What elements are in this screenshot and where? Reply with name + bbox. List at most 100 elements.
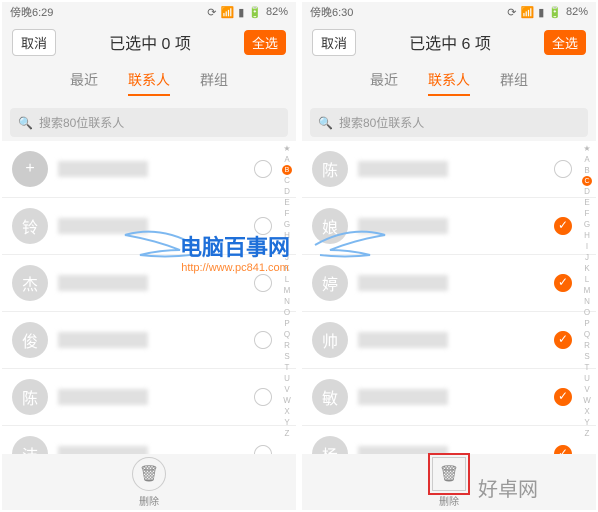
tab-contacts[interactable]: 联系人 [428,70,470,96]
index-letter[interactable]: Y [284,417,289,428]
wifi-icon: 📶 [521,6,535,19]
index-letter[interactable]: I [586,241,588,252]
index-letter[interactable]: E [284,197,289,208]
contact-row[interactable]: 陈 [302,141,596,198]
index-letter[interactable]: ★ [283,143,290,154]
tab-groups[interactable]: 群组 [200,70,228,96]
battery-icon: 🔋 [248,6,262,19]
index-letter[interactable]: O [284,307,290,318]
contact-name-redacted [58,275,148,291]
status-icons: ⟳ 📶 ▮ 🔋 82% [507,6,588,19]
index-letter[interactable]: L [285,274,289,285]
index-letter[interactable]: R [284,340,290,351]
index-letter[interactable]: V [584,384,589,395]
index-letter[interactable]: N [284,296,290,307]
index-letter[interactable]: K [584,263,589,274]
index-letter[interactable]: B [282,165,292,175]
select-all-button[interactable]: 全选 [544,30,586,55]
select-radio[interactable] [554,160,572,178]
index-letter[interactable]: V [284,384,289,395]
select-radio[interactable] [254,331,272,349]
contact-name-redacted [58,389,148,405]
contact-row[interactable]: + [2,141,296,198]
index-letter[interactable]: Z [285,428,290,439]
contact-row[interactable]: 俊 [2,312,296,369]
index-letter[interactable]: O [584,307,590,318]
index-letter[interactable]: S [584,351,589,362]
contact-name-redacted [358,389,448,405]
index-letter[interactable]: X [284,406,289,417]
delete-button[interactable]: 🗑 [132,457,166,491]
index-letter[interactable]: Z [585,428,590,439]
delete-button[interactable]: 🗑 [432,457,466,491]
index-letter[interactable]: X [584,406,589,417]
index-letter[interactable]: T [285,362,290,373]
index-letter[interactable]: M [284,285,291,296]
cancel-button[interactable]: 取消 [312,29,356,56]
contact-name-redacted [358,275,448,291]
index-letter[interactable]: N [584,296,590,307]
index-letter[interactable]: P [284,318,289,329]
select-radio[interactable] [254,160,272,178]
index-letter[interactable]: E [584,197,589,208]
index-letter[interactable]: W [283,395,291,406]
contact-avatar: 帅 [312,322,348,358]
contact-avatar: 杰 [12,265,48,301]
index-letter[interactable]: Q [584,329,590,340]
select-radio[interactable] [254,388,272,406]
index-letter[interactable]: R [584,340,590,351]
contact-name-redacted [58,332,148,348]
index-letter[interactable]: D [284,186,290,197]
index-letter[interactable]: Y [584,417,589,428]
index-letter[interactable]: D [584,186,590,197]
index-letter[interactable]: F [585,208,590,219]
index-letter[interactable]: P [584,318,589,329]
index-letter[interactable]: H [584,230,590,241]
contact-name-redacted [58,161,148,177]
select-radio[interactable] [554,274,572,292]
index-letter[interactable]: L [585,274,589,285]
search-input[interactable]: 🔍 搜索80位联系人 [310,108,588,137]
watermark-text: 电脑百事网 [180,230,290,262]
index-letter[interactable]: M [584,285,591,296]
wing-decoration-right [310,220,390,270]
tab-bar: 最近 联系人 群组 [302,62,596,104]
header: 取消 已选中 6 项 全选 [302,22,596,62]
index-letter[interactable]: S [284,351,289,362]
select-all-button[interactable]: 全选 [244,30,286,55]
select-radio[interactable] [554,388,572,406]
contact-row[interactable]: 帅 [302,312,596,369]
select-radio[interactable] [254,274,272,292]
index-letter[interactable]: T [585,362,590,373]
index-letter[interactable]: Q [284,329,290,340]
tab-groups[interactable]: 群组 [500,70,528,96]
index-letter[interactable]: F [285,208,290,219]
battery-text: 82% [566,6,588,18]
select-radio[interactable] [554,217,572,235]
index-letter[interactable]: C [284,175,290,186]
watermark-main: 电脑百事网 http://www.pc841.com [180,230,290,274]
index-letter[interactable]: ★ [583,143,590,154]
select-radio[interactable] [554,331,572,349]
index-letter[interactable]: W [583,395,591,406]
cancel-button[interactable]: 取消 [12,29,56,56]
index-letter[interactable]: J [585,252,589,263]
index-letter[interactable]: A [284,154,289,165]
index-letter[interactable]: A [584,154,589,165]
index-letter[interactable]: C [582,176,592,186]
tab-contacts[interactable]: 联系人 [128,70,170,96]
index-letter[interactable]: B [584,165,589,176]
index-letter[interactable]: G [284,219,290,230]
search-icon: 🔍 [318,116,333,130]
delete-label: 删除 [139,493,159,508]
search-input[interactable]: 🔍 搜索80位联系人 [10,108,288,137]
index-letter[interactable]: U [584,373,590,384]
contact-row[interactable]: 敏 [302,369,596,426]
contact-row[interactable]: 陈 [2,369,296,426]
index-letter[interactable]: U [284,373,290,384]
index-letter[interactable]: G [584,219,590,230]
tab-recent[interactable]: 最近 [70,70,98,96]
tab-recent[interactable]: 最近 [370,70,398,96]
trash-icon: 🗑 [439,464,459,484]
header: 取消 已选中 0 项 全选 [2,22,296,62]
